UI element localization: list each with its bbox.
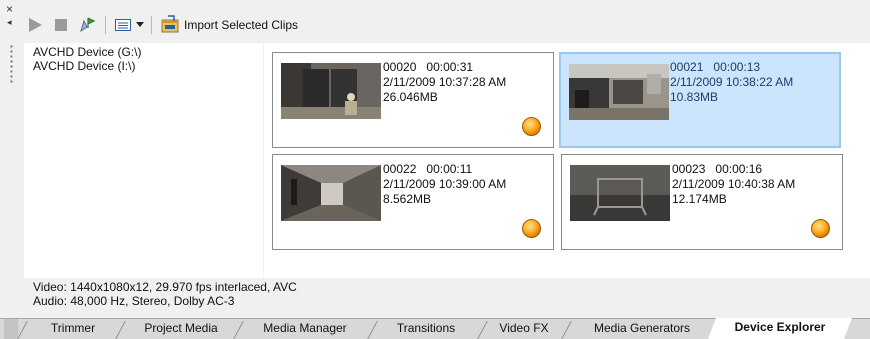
tree-item-device-g[interactable]: AVCHD Device (G:\) xyxy=(33,45,263,59)
toolbar: Import Selected Clips xyxy=(24,8,870,42)
import-icon xyxy=(160,14,180,37)
clip-size: 10.83MB xyxy=(670,90,719,104)
clip-date: 2/11/2009 10:39:00 AM xyxy=(383,177,507,191)
clip-id: 00022 xyxy=(383,162,417,176)
clip-date: 2/11/2009 10:38:22 AM xyxy=(670,75,794,89)
clip-card[interactable]: 00020 00:00:31 2/11/2009 10:37:28 AM 26.… xyxy=(272,52,554,148)
tab-video-fx[interactable]: Video FX xyxy=(488,319,560,339)
close-icon[interactable]: × xyxy=(6,3,13,15)
video-properties: Video: 1440x1080x12, 29.970 fps interlac… xyxy=(33,280,297,294)
clip-thumbnail xyxy=(570,165,670,221)
clip-duration: 00:00:16 xyxy=(715,162,763,176)
clip-card[interactable]: 00023 00:00:16 2/11/2009 10:40:38 AM 12.… xyxy=(561,154,843,250)
tab-transitions[interactable]: Transitions xyxy=(378,319,474,339)
clip-card[interactable]: 00021 00:00:13 2/11/2009 10:38:22 AM 10.… xyxy=(559,52,841,148)
tab-media-generators[interactable]: Media Generators xyxy=(572,319,712,339)
clip-thumbnail xyxy=(569,64,669,120)
tab-project-media[interactable]: Project Media xyxy=(126,319,236,339)
media-properties: Video: 1440x1080x12, 29.970 fps interlac… xyxy=(24,280,870,316)
tab-divider xyxy=(477,321,488,339)
device-tree: AVCHD Device (G:\) AVCHD Device (I:\) xyxy=(24,43,263,278)
dropdown-icon[interactable] xyxy=(134,14,146,36)
clip-thumbnail xyxy=(281,165,381,221)
play-icon[interactable] xyxy=(24,14,46,36)
clip-duration: 00:00:31 xyxy=(426,60,474,74)
audio-properties: Audio: 48,000 Hz, Stereo, Dolby AC-3 xyxy=(33,294,235,308)
clip-duration: 00:00:13 xyxy=(713,60,761,74)
clip-grid: 00020 00:00:31 2/11/2009 10:37:28 AM 26.… xyxy=(264,43,870,278)
clip-size: 12.174MB xyxy=(672,192,727,206)
stop-icon[interactable] xyxy=(50,14,72,36)
clip-id: 00021 xyxy=(670,60,704,74)
tab-media-manager[interactable]: Media Manager xyxy=(244,319,366,339)
clip-info: 00023 00:00:16 2/11/2009 10:40:38 AM 12.… xyxy=(672,162,795,207)
tab-divider xyxy=(17,321,28,339)
tab-scroll-stub xyxy=(4,319,18,339)
import-selected-clips-button[interactable]: Import Selected Clips xyxy=(160,14,298,37)
clip-id: 00023 xyxy=(672,162,706,176)
view-icon[interactable] xyxy=(112,14,134,36)
drag-handle-icon[interactable] xyxy=(10,44,13,84)
clip-id: 00020 xyxy=(383,60,417,74)
clip-info: 00021 00:00:13 2/11/2009 10:38:22 AM 10.… xyxy=(670,60,793,105)
window-tabs: Trimmer Project Media Media Manager Tran… xyxy=(0,318,870,339)
clip-info: 00022 00:00:11 2/11/2009 10:39:00 AM 8.5… xyxy=(383,162,506,207)
clip-date: 2/11/2009 10:37:28 AM xyxy=(383,75,507,89)
tab-divider xyxy=(367,321,378,339)
status-badge-icon xyxy=(522,117,541,136)
clip-duration: 00:00:11 xyxy=(426,162,473,176)
toolbar-separator xyxy=(105,16,106,34)
tab-divider xyxy=(561,321,572,339)
clip-card[interactable]: 00022 00:00:11 2/11/2009 10:39:00 AM 8.5… xyxy=(272,154,554,250)
clip-date: 2/11/2009 10:40:38 AM xyxy=(672,177,796,191)
clip-info: 00020 00:00:31 2/11/2009 10:37:28 AM 26.… xyxy=(383,60,506,105)
window-gripper: × ◂ xyxy=(0,0,24,318)
clip-size: 26.046MB xyxy=(383,90,438,104)
tab-device-explorer[interactable]: Device Explorer xyxy=(708,318,852,339)
clip-size: 8.562MB xyxy=(383,192,432,206)
tab-trimmer[interactable]: Trimmer xyxy=(28,319,118,339)
toolbar-separator xyxy=(151,16,152,34)
clip-thumbnail xyxy=(281,63,381,119)
pin-icon[interactable]: ◂ xyxy=(7,17,12,28)
status-badge-icon xyxy=(522,219,541,238)
tree-item-device-i[interactable]: AVCHD Device (I:\) xyxy=(33,59,263,73)
import-selected-clips-label: Import Selected Clips xyxy=(184,18,299,32)
status-badge-icon xyxy=(811,219,830,238)
eject-icon[interactable] xyxy=(76,14,98,36)
